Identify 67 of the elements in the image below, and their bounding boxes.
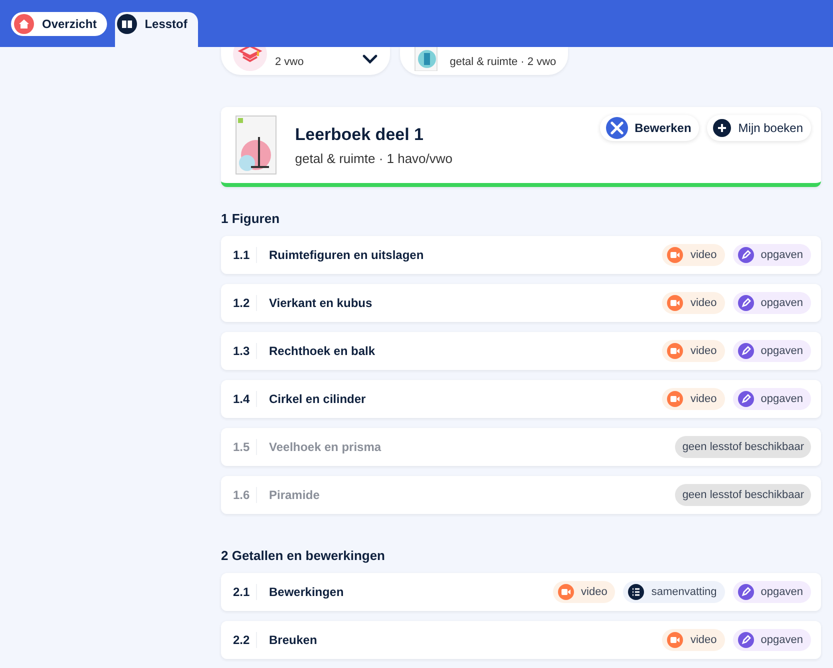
video-chip[interactable]: video xyxy=(662,340,725,362)
video-camera-icon xyxy=(667,391,684,407)
unavailable-tag: geen lesstof beschikbaar xyxy=(675,436,811,458)
lesson-row[interactable]: 1.1 Ruimtefiguren en uitslagen video opgaven xyxy=(221,236,821,274)
pencil-icon xyxy=(738,584,754,600)
unavailable-tag: geen lesstof beschikbaar xyxy=(675,484,811,506)
samenvatting-chip[interactable]: samenvatting xyxy=(623,581,725,603)
graduation-cap-icon xyxy=(233,47,267,71)
nav-tab[interactable]: Overzicht xyxy=(11,12,107,36)
opgaven-chip[interactable]: opgaven xyxy=(732,388,811,410)
lesson-title: Vierkant en kubus xyxy=(269,296,374,310)
book-title: Leerboek deel 1 xyxy=(295,124,424,144)
video-chip[interactable]: video xyxy=(662,629,725,651)
course-dropdown[interactable]: 2 vwo xyxy=(221,47,390,75)
video-camera-icon xyxy=(558,584,574,600)
book-subtitle: getal & ruimte · 1 havo/vwo xyxy=(295,150,453,166)
lesson-row[interactable]: 1.3 Rechthoek en balk video opgaven xyxy=(221,332,821,370)
lesson-number: 1.6 xyxy=(233,488,251,502)
section-title: 1 Figuren xyxy=(221,211,281,227)
video-camera-icon xyxy=(667,295,684,311)
list-icon xyxy=(628,584,644,600)
book-selector[interactable]: getal & ruimte · 2 vwo xyxy=(400,47,568,75)
selector-subtitle: getal & ruimte · 2 vwo xyxy=(450,55,556,69)
lesson-number: 1.1 xyxy=(233,248,251,262)
chevron-down-icon xyxy=(362,54,378,64)
video-chip[interactable]: video xyxy=(662,292,725,314)
video-chip[interactable]: video xyxy=(553,581,616,603)
lesson-title: Piramide xyxy=(269,488,321,502)
lesson-title: Ruimtefiguren en uitslagen xyxy=(269,248,425,262)
pencil-icon xyxy=(738,295,754,311)
my-books-button[interactable]: Mijn boeken xyxy=(707,115,811,141)
pencil-icon xyxy=(738,391,754,407)
video-camera-icon xyxy=(667,247,684,263)
lesson-title: Cirkel en cilinder xyxy=(269,392,367,406)
lesson-title: Rechthoek en balk xyxy=(269,344,376,358)
video-chip[interactable]: video xyxy=(662,244,725,266)
opgaven-chip[interactable]: opgaven xyxy=(732,629,811,651)
lesson-row[interactable]: 1.2 Vierkant en kubus video opgaven xyxy=(221,284,821,322)
lesson-row[interactable]: 2.1 Bewerkingen video samenvatting opgaven xyxy=(221,573,821,611)
lesson-number: 2.1 xyxy=(233,585,251,599)
section-title: 2 Getallen en bewerkingen xyxy=(221,548,386,564)
lesson-title: Breuken xyxy=(269,633,318,647)
lesson-number: 1.4 xyxy=(233,392,251,406)
opgaven-chip[interactable]: opgaven xyxy=(732,340,811,362)
video-chip[interactable]: video xyxy=(662,388,725,410)
lesson-number: 1.5 xyxy=(233,440,251,454)
nav-tab[interactable]: Lesstof xyxy=(114,12,198,47)
lesson-title: Bewerkingen xyxy=(269,585,345,599)
opgaven-chip[interactable]: opgaven xyxy=(732,581,811,603)
edit-button[interactable]: Bewerken xyxy=(600,115,700,141)
book-icon xyxy=(116,14,137,34)
lesson-number: 2.2 xyxy=(233,633,251,647)
opgaven-chip[interactable]: opgaven xyxy=(732,244,811,266)
lesson-number: 1.2 xyxy=(233,296,251,310)
lesson-row[interactable]: 1.4 Cirkel en cilinder video opgaven xyxy=(221,380,821,418)
lesson-row[interactable]: 2.2 Breuken video opgaven xyxy=(221,621,821,659)
video-camera-icon xyxy=(667,632,684,648)
lesson-title: Veelhoek en prisma xyxy=(269,440,382,454)
pencil-icon xyxy=(738,632,754,648)
selector-subtitle: 2 vwo xyxy=(275,55,304,69)
pencil-icon xyxy=(738,247,754,263)
opgaven-chip[interactable]: opgaven xyxy=(732,292,811,314)
home-icon xyxy=(14,14,34,34)
video-camera-icon xyxy=(667,343,684,359)
pencil-icon xyxy=(738,343,754,359)
lesson-number: 1.3 xyxy=(233,344,251,358)
plus-icon xyxy=(713,119,732,137)
